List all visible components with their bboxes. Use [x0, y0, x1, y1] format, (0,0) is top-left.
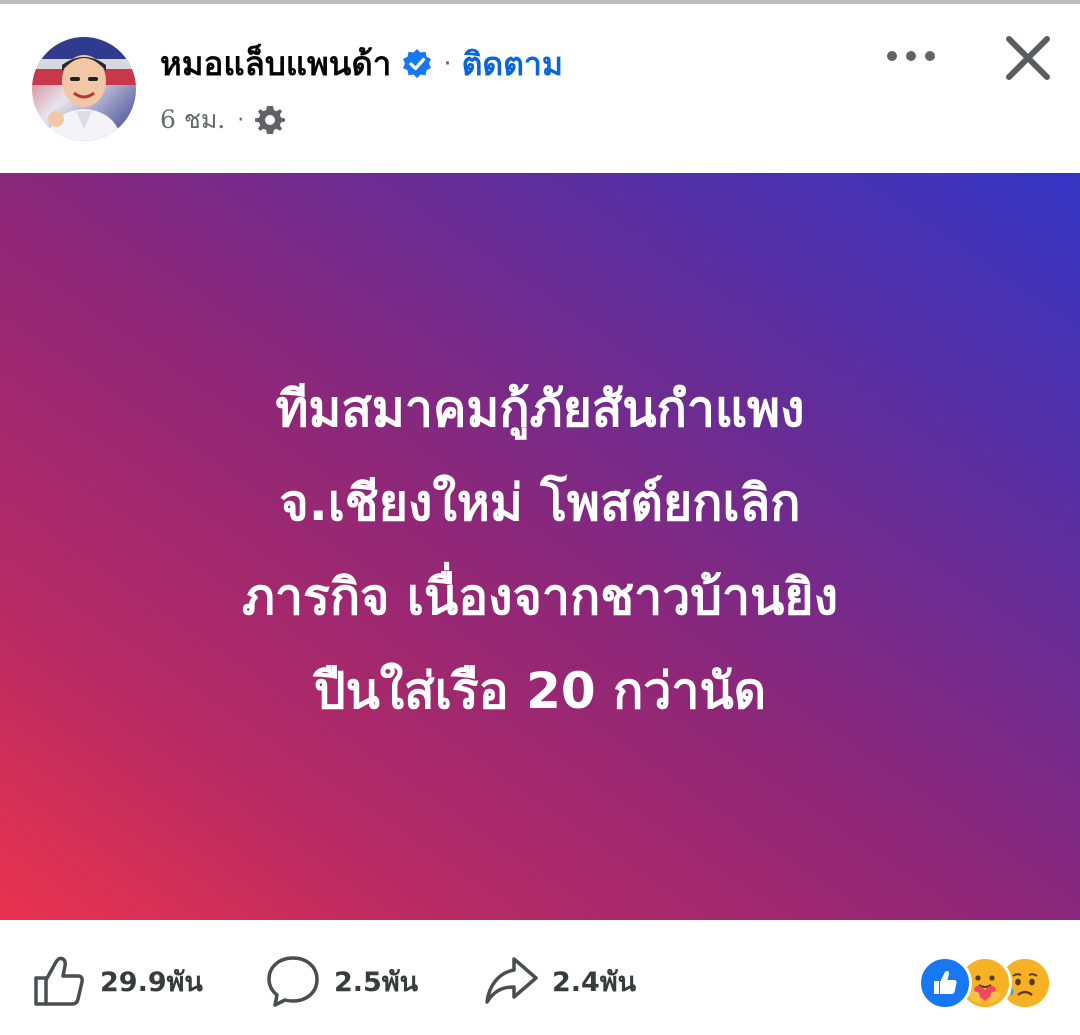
thumbs-up-icon — [32, 954, 86, 1008]
share-count: 2.4พัน — [552, 966, 637, 998]
post-text-line: ภารกิจ เนื่องจากชาวบ้านยิง — [241, 567, 839, 626]
more-horizontal-icon — [887, 51, 935, 61]
separator-dot: · — [443, 49, 452, 79]
author-avatar[interactable] — [32, 37, 136, 141]
post-text-line: ปืนใส่เรือ 20 กว่านัด — [313, 661, 767, 720]
top-divider — [0, 0, 1080, 4]
close-button[interactable] — [998, 28, 1058, 88]
follow-button[interactable]: ติดตาม — [462, 40, 563, 88]
post-timestamp[interactable]: 6 ชม. — [160, 100, 225, 140]
post-actions-bar: 29.9พัน 2.5พัน 2.4พัน — [0, 920, 1080, 1035]
post-background-card[interactable]: ทีมสมาคมกู้ภัยสันกำแพง จ.เชียงใหม่ โพสต์… — [0, 173, 1080, 920]
author-row: หมอแล็บแพนด้า · ติดตาม — [160, 40, 563, 88]
reactions-summary[interactable] — [918, 956, 1058, 1010]
verified-badge-icon — [401, 48, 433, 80]
post-text-line: จ.เชียงใหม่ โพสต์ยกเลิก — [279, 473, 801, 532]
comment-count: 2.5พัน — [334, 966, 419, 998]
avatar-photo — [32, 37, 136, 141]
gear-icon[interactable] — [254, 104, 286, 136]
comment-bubble-icon — [266, 954, 320, 1008]
more-options-button[interactable] — [880, 34, 944, 78]
share-button[interactable]: 2.4พัน — [484, 954, 636, 1008]
like-reaction-icon — [918, 956, 972, 1010]
comment-button[interactable]: 2.5พัน — [266, 954, 418, 1008]
close-icon — [1006, 36, 1050, 80]
like-button[interactable]: 29.9พัน — [32, 954, 203, 1008]
post-page: หมอแล็บแพนด้า · ติดตาม 6 ชม. · ทีมสมาคมก… — [0, 0, 1080, 1035]
like-count: 29.9พัน — [100, 966, 203, 998]
author-name[interactable]: หมอแล็บแพนด้า — [160, 40, 391, 88]
post-text: ทีมสมาคมกู้ภัยสันกำแพง จ.เชียงใหม่ โพสต์… — [90, 362, 990, 738]
share-arrow-icon — [484, 954, 538, 1008]
meta-separator: · — [237, 107, 245, 133]
post-meta: 6 ชม. · — [160, 100, 286, 140]
post-text-line: ทีมสมาคมกู้ภัยสันกำแพง — [275, 379, 805, 438]
